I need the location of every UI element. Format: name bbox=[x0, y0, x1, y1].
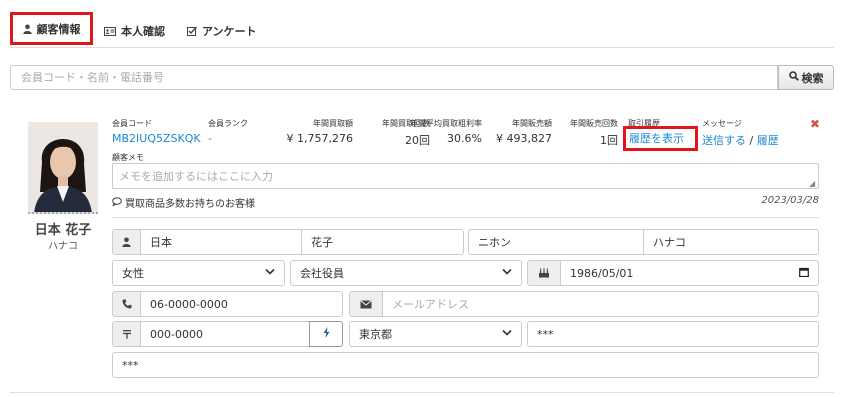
stat-label: 年間平均買取粗利率 bbox=[410, 119, 482, 128]
memo-label: 顧客メモ bbox=[112, 153, 144, 162]
occupation-value: 会社役員 bbox=[300, 267, 344, 280]
prefecture-value: 東京都 bbox=[359, 328, 392, 341]
customer-name: 日本 花子 bbox=[34, 223, 92, 238]
stat-annual-sales-count: 年間販売回数 1回 bbox=[552, 118, 618, 148]
tab-label: アンケート bbox=[202, 25, 257, 38]
stat-value: ¥ 493,827 bbox=[496, 132, 552, 145]
phone-icon bbox=[112, 291, 141, 317]
tab-customer-info[interactable]: 顧客情報 bbox=[10, 12, 93, 45]
memo-date: 2023/03/28 bbox=[761, 195, 819, 206]
stat-label: 会員ランク bbox=[208, 119, 248, 128]
id-card-icon bbox=[104, 26, 116, 36]
tab-identity-check[interactable]: 本人確認 bbox=[104, 14, 165, 48]
stat-transaction-history: 取引履歴 履歴を表示 bbox=[623, 118, 698, 151]
customer-photo bbox=[28, 122, 98, 214]
last-name-field[interactable]: 日本 bbox=[140, 229, 302, 255]
divider bbox=[112, 217, 820, 218]
search-button-label: 検索 bbox=[801, 71, 824, 85]
divider bbox=[10, 392, 834, 393]
chevron-down-icon bbox=[502, 329, 512, 339]
tab-label: 本人確認 bbox=[121, 25, 165, 38]
prefecture-select[interactable]: 東京都 bbox=[349, 321, 522, 347]
email-field[interactable]: メールアドレス bbox=[382, 291, 819, 317]
search-icon bbox=[788, 71, 799, 84]
phone-field[interactable]: 06-0000-0000 bbox=[140, 291, 343, 317]
stat-annual-sales-amount: 年間販売額 ¥ 493,827 bbox=[472, 118, 552, 145]
checkbox-icon bbox=[187, 26, 197, 36]
search-input[interactable] bbox=[10, 65, 778, 90]
envelope-icon bbox=[349, 291, 383, 317]
memo-input[interactable] bbox=[112, 163, 819, 189]
address-lookup-button[interactable] bbox=[309, 321, 343, 347]
last-kana-field[interactable]: ニホン bbox=[468, 229, 644, 255]
tab-label: 顧客情報 bbox=[36, 22, 81, 36]
tab-bar: 顧客情報 本人確認 アンケート bbox=[10, 12, 834, 48]
customer-stats: 会員コード MB2IUQ5ZSKQK 会員ランク - 年間買取額 ¥ 1,757… bbox=[112, 118, 822, 151]
postal-code-field[interactable]: 000-0000 bbox=[140, 321, 310, 347]
stat-member-code: 会員コード MB2IUQ5ZSKQK bbox=[112, 118, 201, 145]
resize-grip-icon[interactable]: ◢ bbox=[809, 179, 815, 188]
search-button[interactable]: 検索 bbox=[778, 65, 834, 90]
stat-label: 会員コード bbox=[112, 119, 152, 128]
customer-kana: ハナコ bbox=[48, 241, 78, 252]
city-field[interactable]: *** bbox=[527, 321, 819, 347]
person-icon bbox=[112, 229, 141, 255]
user-icon bbox=[22, 24, 32, 34]
tab-survey[interactable]: アンケート bbox=[187, 14, 257, 48]
stat-value: - bbox=[208, 132, 212, 145]
send-message-link[interactable]: 送信する bbox=[702, 134, 746, 147]
lightning-icon bbox=[323, 327, 330, 341]
gender-value: 女性 bbox=[122, 267, 144, 280]
address-field[interactable]: *** bbox=[112, 352, 819, 378]
birthday-cake-icon bbox=[527, 260, 561, 286]
birthday-value: 1986/05/01 bbox=[570, 266, 634, 280]
occupation-select[interactable]: 会社役員 bbox=[290, 260, 522, 286]
customer-comment: 買取商品多数お持ちのお客様 bbox=[111, 195, 255, 210]
stat-message: メッセージ 送信する / 履歴 bbox=[702, 118, 779, 148]
calendar-icon[interactable] bbox=[799, 267, 809, 280]
search-bar: 検索 bbox=[10, 65, 834, 90]
first-kana-field[interactable]: ハナコ bbox=[643, 229, 819, 255]
stat-annual-avg-margin: 年間平均買取粗利率 30.6% bbox=[402, 118, 482, 145]
message-history-link[interactable]: 履歴 bbox=[757, 134, 779, 147]
stat-label: 年間販売回数 bbox=[570, 119, 618, 128]
chevron-down-icon bbox=[502, 268, 512, 278]
stat-label: メッセージ bbox=[702, 119, 742, 128]
postal-mark-icon bbox=[112, 321, 141, 347]
message-separator: / bbox=[749, 134, 754, 147]
birthday-field[interactable]: 1986/05/01 bbox=[560, 260, 819, 286]
stat-value: 30.6% bbox=[447, 132, 482, 145]
first-name-field[interactable]: 花子 bbox=[301, 229, 464, 255]
gender-select[interactable]: 女性 bbox=[112, 260, 285, 286]
stat-rank: 会員ランク - bbox=[208, 118, 248, 145]
stat-label: 年間販売額 bbox=[512, 119, 552, 128]
chevron-down-icon bbox=[265, 268, 275, 278]
stat-value: 1回 bbox=[600, 134, 618, 147]
member-code-link[interactable]: MB2IUQ5ZSKQK bbox=[112, 132, 201, 145]
comment-text: 買取商品多数お持ちのお客様 bbox=[125, 199, 255, 210]
history-link[interactable]: 履歴を表示 bbox=[623, 126, 698, 151]
speech-bubble-icon bbox=[111, 196, 122, 209]
message-links: 送信する / 履歴 bbox=[702, 132, 779, 148]
close-icon[interactable]: ✖ bbox=[810, 117, 820, 131]
